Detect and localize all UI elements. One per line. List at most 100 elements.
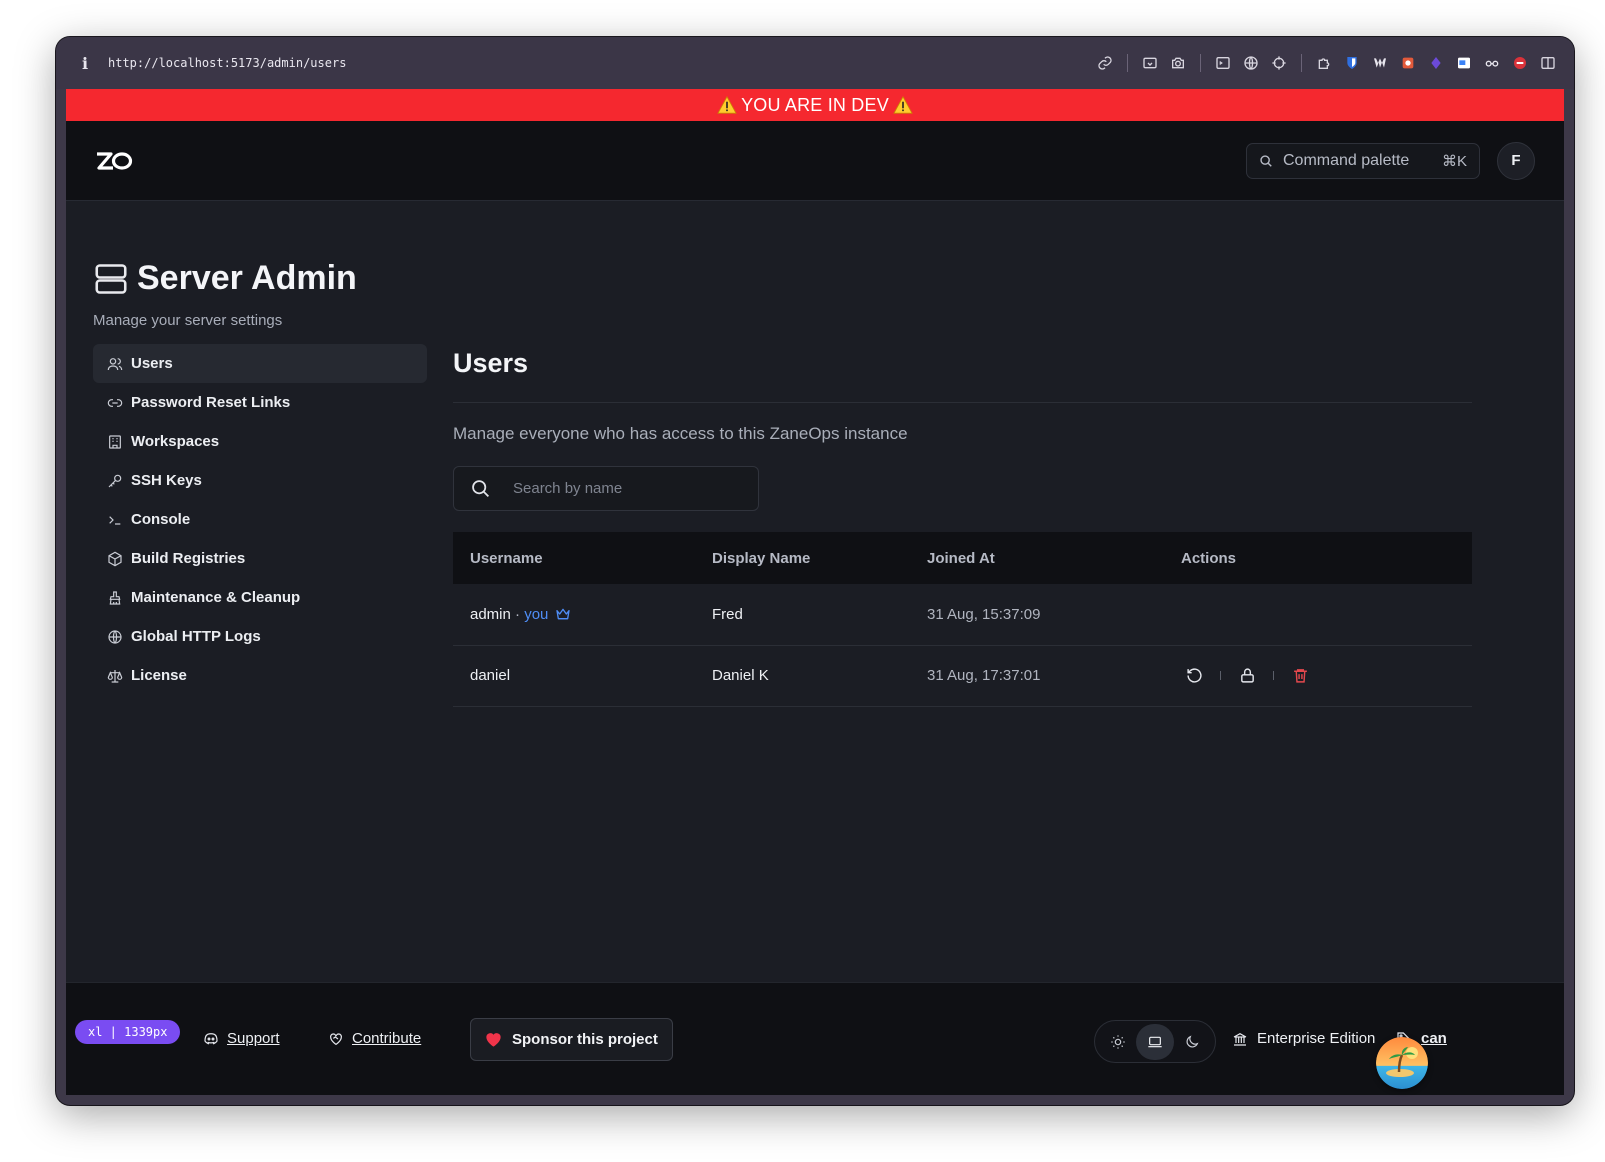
lock-icon	[1240, 668, 1254, 683]
column-header-actions: Actions	[1181, 549, 1237, 567]
sun-icon	[1110, 1034, 1125, 1049]
zaneops-logo[interactable]	[95, 149, 133, 173]
sidebar-item-users[interactable]: Users	[93, 344, 427, 383]
dark-theme-button[interactable]	[1174, 1024, 1211, 1060]
display-name-cell: Fred	[695, 584, 910, 646]
link-icon	[107, 398, 123, 407]
ublock-icon[interactable]	[1394, 51, 1422, 75]
sidebar-item-global-http-logs[interactable]: Global HTTP Logs	[93, 617, 427, 656]
terminal-icon	[109, 515, 121, 525]
page-header: Server Admin Manage your server settings	[93, 259, 357, 329]
camera-icon[interactable]	[1164, 51, 1192, 75]
system-theme-button[interactable]	[1136, 1023, 1174, 1060]
command-palette-label: Command palette	[1283, 151, 1410, 169]
crown-icon	[555, 608, 570, 620]
sidebar-item-license[interactable]: License	[93, 656, 427, 695]
sidebar-item-ssh-keys[interactable]: SSH Keys	[93, 461, 427, 500]
reset-password-button[interactable]	[1181, 663, 1207, 689]
users-table: Username Display Name Joined At Actions …	[453, 532, 1472, 707]
react-devtools-icon[interactable]	[1422, 51, 1450, 75]
site-info-icon[interactable]: i	[82, 54, 104, 73]
link-icon[interactable]	[1091, 51, 1119, 75]
sidebar-item-label: Build Registries	[131, 550, 246, 567]
sidebar-item-label: SSH Keys	[131, 472, 202, 489]
username-cell: admin · you	[453, 584, 695, 646]
terminal-window-icon[interactable]	[1209, 51, 1237, 75]
search-input[interactable]	[513, 480, 733, 497]
puzzle-icon[interactable]	[1310, 51, 1338, 75]
warning-icon	[893, 96, 913, 114]
users-panel: Users Manage everyone who has access to …	[453, 348, 1472, 707]
package-icon	[108, 551, 122, 566]
landmark-icon	[1233, 1032, 1247, 1046]
heart-icon	[486, 1033, 501, 1047]
sidebar-item-label: Password Reset Links	[131, 394, 291, 411]
sidebar-item-label: Users	[131, 355, 173, 372]
key-icon	[108, 474, 122, 487]
sidebar-item-maintenance-cleanup[interactable]: Maintenance & Cleanup	[93, 578, 427, 617]
support-link[interactable]: Support	[203, 1030, 280, 1047]
actions-cell	[1164, 645, 1472, 707]
table-header-row: Username Display Name Joined At Actions	[453, 532, 1472, 584]
sidebar-item-label: Maintenance & Cleanup	[131, 589, 301, 606]
light-theme-button[interactable]	[1099, 1024, 1136, 1060]
sidebar-item-build-registries[interactable]: Build Registries	[93, 539, 427, 578]
sidebar-item-console[interactable]: Console	[93, 500, 427, 539]
window-icon[interactable]	[1450, 51, 1478, 75]
admin-sidebar: Users Password Reset Links Workspaces SS…	[93, 344, 427, 695]
glasses-icon[interactable]	[1478, 51, 1506, 75]
table-row: daniel Daniel K 31 Aug, 17:37:01	[453, 645, 1472, 707]
toolbar-divider	[1200, 54, 1201, 72]
lock-user-button[interactable]	[1234, 663, 1260, 689]
action-divider	[1273, 671, 1274, 680]
browser-toolbar: i http://localhost:5173/admin/users	[56, 37, 1574, 89]
dev-banner-text: YOU ARE IN DEV	[741, 94, 889, 115]
sidebar-item-label: Console	[131, 511, 191, 528]
separator-dot: ·	[515, 605, 521, 623]
sponsor-label: Sponsor this project	[512, 1031, 658, 1048]
contribute-label: Contribute	[352, 1030, 422, 1047]
keyboard-shortcut: ⌘K	[1441, 152, 1467, 170]
rotate-ccw-icon	[1186, 668, 1202, 683]
actions-cell	[1164, 584, 1472, 646]
delete-user-button[interactable]	[1287, 663, 1313, 689]
command-palette-button[interactable]: Command palette ⌘K	[1246, 142, 1480, 179]
admin-content: Server Admin Manage your server settings…	[66, 201, 1564, 982]
breakpoint-badge: xl | 1339px	[75, 1020, 181, 1044]
sidebar-toggle-icon[interactable]	[1534, 51, 1562, 75]
browser-window: i http://localhost:5173/admin/users YOU …	[56, 37, 1574, 1105]
globe-icon	[108, 629, 122, 644]
heart-handshake-icon	[330, 1032, 342, 1045]
display-name-cell: Daniel K	[695, 645, 910, 707]
moon-icon	[1186, 1035, 1199, 1047]
user-avatar[interactable]: F	[1497, 141, 1535, 180]
sidebar-item-password-reset-links[interactable]: Password Reset Links	[93, 383, 427, 422]
sponsor-button[interactable]: Sponsor this project	[470, 1018, 673, 1061]
brush-icon	[109, 590, 121, 605]
trash-icon	[1293, 669, 1307, 683]
app-footer: xl | 1339px Support Contribute Sponsor t…	[66, 982, 1564, 1095]
joined-at-cell: 31 Aug, 17:37:01	[910, 645, 1164, 707]
sidebar-item-workspaces[interactable]: Workspaces	[93, 422, 427, 461]
bitwarden-icon[interactable]	[1338, 51, 1366, 75]
section-divider	[453, 402, 1472, 403]
floating-action-button[interactable]	[1376, 1037, 1428, 1089]
page-title: Server Admin	[137, 259, 357, 297]
support-label: Support	[227, 1030, 280, 1047]
block-icon[interactable]	[1506, 51, 1534, 75]
column-header-joined-at: Joined At	[927, 549, 995, 567]
picture-in-picture-icon[interactable]	[1136, 51, 1164, 75]
globe-icon[interactable]	[1237, 51, 1265, 75]
toolbar-divider	[1127, 54, 1128, 72]
action-divider	[1220, 671, 1221, 680]
edition-label: Enterprise Edition	[1257, 1030, 1376, 1047]
discord-icon	[204, 1032, 218, 1044]
wappalyzer-icon[interactable]	[1366, 51, 1394, 75]
joined-at-cell: 31 Aug, 15:37:09	[910, 584, 1164, 646]
page-viewport: YOU ARE IN DEV Command palette ⌘K F Serv…	[66, 89, 1564, 1095]
username: admin	[470, 605, 511, 623]
contribute-link[interactable]: Contribute	[328, 1030, 421, 1047]
address-bar[interactable]: http://localhost:5173/admin/users	[108, 56, 346, 70]
crosshair-icon[interactable]	[1265, 51, 1293, 75]
app-header: Command palette ⌘K F	[66, 121, 1564, 201]
